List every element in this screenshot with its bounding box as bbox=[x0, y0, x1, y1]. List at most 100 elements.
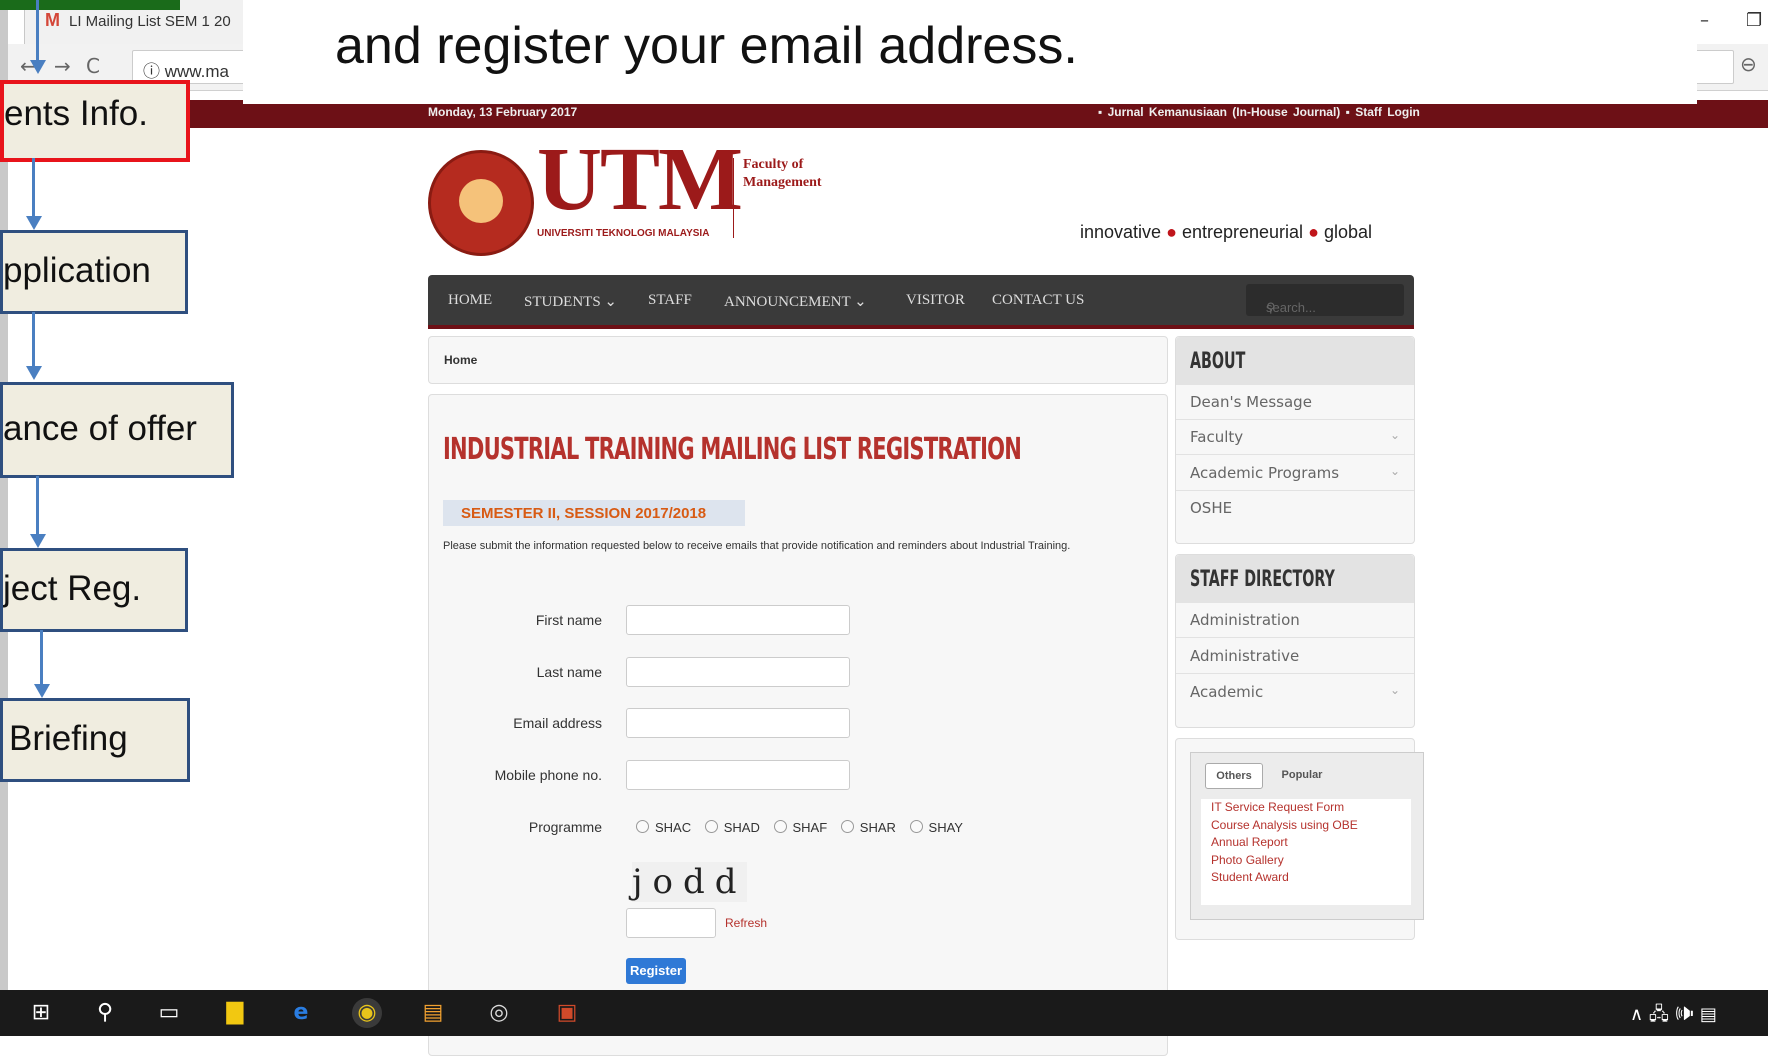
link-student-award[interactable]: Student Award bbox=[1201, 869, 1411, 887]
instruction-overlay: and register your email address. bbox=[243, 0, 1697, 104]
flow-step-label: ance of offer bbox=[3, 409, 197, 448]
minimize-button[interactable]: – bbox=[1700, 10, 1709, 31]
gmail-icon: M bbox=[45, 10, 60, 30]
email-input[interactable] bbox=[626, 708, 850, 738]
flow-step-briefing: Briefing bbox=[0, 698, 190, 782]
form-description: Please submit the information requested … bbox=[443, 540, 1071, 552]
flow-step-students-info: ents Info. bbox=[0, 80, 190, 162]
sidebar-item-faculty[interactable]: Faculty ⌄ bbox=[1176, 420, 1414, 455]
tab-link-list: IT Service Request Form Course Analysis … bbox=[1201, 799, 1411, 905]
flow-step-label: pplication bbox=[3, 251, 151, 290]
browser-tab-title: LI Mailing List SEM 1 20 bbox=[69, 13, 231, 30]
captcha-input[interactable] bbox=[626, 908, 716, 938]
task-view-icon[interactable]: ▭ bbox=[154, 998, 184, 1028]
sidebar-item-label: OSHE bbox=[1190, 499, 1233, 517]
staff-directory-panel: STAFF DIRECTORY Administration Administr… bbox=[1175, 554, 1415, 728]
chevron-down-icon: ⌄ bbox=[1389, 428, 1400, 442]
site-search-input[interactable]: ⚲ search... bbox=[1246, 284, 1404, 316]
notes-app-icon[interactable]: ▤ bbox=[418, 998, 448, 1028]
breadcrumb-home[interactable]: Home bbox=[444, 353, 477, 367]
radio-label: SHAC bbox=[655, 820, 692, 835]
flow-connector bbox=[32, 158, 35, 218]
tab-popular[interactable]: Popular bbox=[1269, 763, 1335, 787]
flow-arrow-icon bbox=[30, 60, 46, 74]
captcha-refresh-link[interactable]: Refresh bbox=[725, 916, 767, 930]
flow-step-acceptance-of-offer: ance of offer bbox=[0, 382, 234, 478]
chrome-icon[interactable]: ◉ bbox=[352, 998, 382, 1028]
about-title: ABOUT bbox=[1190, 349, 1246, 374]
about-header: ABOUT bbox=[1176, 337, 1414, 385]
search-placeholder: search... bbox=[1266, 300, 1316, 315]
powerpoint-icon[interactable]: ▣ bbox=[552, 998, 582, 1028]
flow-step-label: ject Reg. bbox=[3, 569, 142, 608]
link-photo-gallery[interactable]: Photo Gallery bbox=[1201, 852, 1411, 870]
sidebar-item-academic[interactable]: Academic ⌄ bbox=[1176, 675, 1414, 709]
flow-connector bbox=[40, 630, 43, 686]
faculty-name: Faculty of Management bbox=[743, 157, 822, 190]
radio-shad[interactable] bbox=[704, 820, 718, 833]
last-name-label: Last name bbox=[536, 664, 602, 680]
last-name-input[interactable] bbox=[626, 657, 850, 687]
radio-shaf[interactable] bbox=[773, 820, 787, 833]
top-links[interactable]: ▪ Jurnal Kemanusiaan (In-House Journal) … bbox=[1098, 105, 1420, 119]
menu-contact[interactable]: CONTACT US bbox=[992, 292, 1084, 309]
flow-step-label: Briefing bbox=[9, 719, 128, 758]
file-explorer-icon[interactable]: ▇ bbox=[220, 998, 250, 1028]
info-icon: ⓘ bbox=[143, 62, 160, 81]
mobile-label: Mobile phone no. bbox=[494, 767, 602, 783]
zoom-icon[interactable]: ⊖ bbox=[1740, 52, 1757, 76]
page-title: INDUSTRIAL TRAINING MAILING LIST REGISTR… bbox=[443, 432, 1022, 467]
first-name-input[interactable] bbox=[626, 605, 850, 635]
reload-icon[interactable]: C bbox=[86, 54, 100, 78]
tab-others[interactable]: Others bbox=[1205, 763, 1263, 789]
flow-connector bbox=[36, 476, 39, 536]
system-tray[interactable]: ∧ 🖧 🕪 ▤ bbox=[1630, 1002, 1717, 1032]
menu-home[interactable]: HOME bbox=[448, 292, 492, 309]
flow-arrow-icon bbox=[34, 684, 50, 698]
radio-shay[interactable] bbox=[909, 820, 923, 833]
chevron-down-icon: ⌄ bbox=[1389, 683, 1400, 697]
url-text: www.ma bbox=[164, 62, 229, 81]
radio-shac[interactable] bbox=[636, 820, 649, 833]
semester-banner: SEMESTER II, SESSION 2017/2018 bbox=[443, 500, 745, 526]
sidebar-item-label: Dean's Message bbox=[1190, 393, 1312, 411]
flowchart-top-box bbox=[0, 0, 180, 10]
register-button[interactable]: Register bbox=[626, 958, 686, 984]
search-icon[interactable]: ⚲ bbox=[90, 998, 120, 1028]
menu-visitor[interactable]: VISITOR bbox=[906, 292, 965, 309]
edge-icon[interactable]: e bbox=[286, 998, 316, 1028]
sidebar-item-academic-programs[interactable]: Academic Programs ⌄ bbox=[1176, 456, 1414, 491]
forward-icon[interactable]: → bbox=[54, 54, 71, 78]
menu-announcement[interactable]: ANNOUNCEMENT ⌄ bbox=[724, 292, 867, 311]
site-date: Monday, 13 February 2017 bbox=[428, 105, 578, 119]
programme-radio-group: SHAC SHAD SHAF SHAR SHAY bbox=[626, 820, 963, 835]
tabs-widget: Others Popular IT Service Request Form C… bbox=[1190, 752, 1424, 920]
about-panel: ABOUT Dean's Message Faculty ⌄ Academic P… bbox=[1175, 336, 1415, 544]
sidebar-item-administrative[interactable]: Administrative bbox=[1176, 639, 1414, 674]
sidebar-item-deans-message[interactable]: Dean's Message bbox=[1176, 385, 1414, 420]
radio-label: SHAR bbox=[859, 820, 896, 835]
menu-students[interactable]: STUDENTS ⌄ bbox=[524, 292, 617, 311]
restore-button[interactable]: ❐ bbox=[1746, 10, 1762, 31]
sidebar-item-label: Faculty bbox=[1190, 428, 1244, 446]
link-it-service[interactable]: IT Service Request Form bbox=[1201, 799, 1411, 817]
mobile-input[interactable] bbox=[626, 760, 850, 790]
sidebar-item-label: Administration bbox=[1190, 611, 1300, 629]
first-name-label: First name bbox=[535, 612, 602, 628]
radio-shar[interactable] bbox=[840, 820, 854, 833]
link-annual-report[interactable]: Annual Report bbox=[1201, 834, 1411, 852]
flow-arrow-icon bbox=[26, 366, 42, 380]
chevron-down-icon: ⌄ bbox=[1389, 464, 1400, 478]
breadcrumb: Home bbox=[428, 336, 1168, 384]
tagline-entrepreneurial: entrepreneurial bbox=[1181, 222, 1304, 242]
link-course-analysis[interactable]: Course Analysis using OBE bbox=[1201, 817, 1411, 835]
menu-staff[interactable]: STAFF bbox=[648, 292, 692, 309]
flow-step-subject-reg: ject Reg. bbox=[0, 548, 188, 632]
sidebar-item-administration[interactable]: Administration bbox=[1176, 603, 1414, 638]
windows-start-icon[interactable]: ⊞ bbox=[26, 998, 56, 1028]
sidebar-item-oshe[interactable]: OSHE bbox=[1176, 491, 1414, 525]
main-menu: HOME STUDENTS ⌄ STAFF ANNOUNCEMENT ⌄ VIS… bbox=[428, 275, 1414, 329]
flow-arrow-icon bbox=[26, 216, 42, 230]
eye-app-icon[interactable]: ◎ bbox=[484, 998, 514, 1028]
utm-logo-text: UTM bbox=[537, 130, 743, 229]
